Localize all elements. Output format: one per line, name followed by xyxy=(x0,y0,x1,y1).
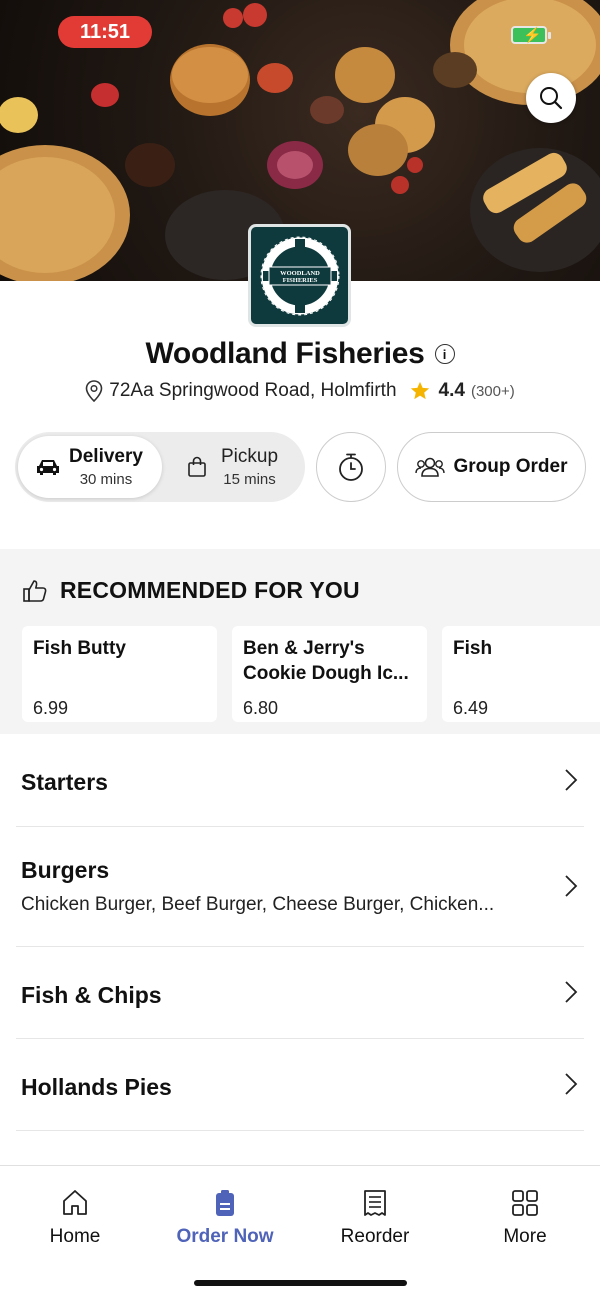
rating-value: 4.4 xyxy=(438,380,465,401)
category-row-hollands-pies[interactable]: Hollands Pies xyxy=(16,1038,584,1131)
chevron-right-icon xyxy=(565,981,578,1003)
search-button[interactable] xyxy=(526,73,576,123)
home-indicator xyxy=(194,1280,407,1286)
battery-icon: ⚡ xyxy=(511,26,551,44)
restaurant-logo: WOODLAND FISHERIES xyxy=(248,224,351,327)
recommended-item-price: 6.49 xyxy=(453,698,489,718)
status-time: 11:51 xyxy=(58,16,152,48)
category-title: Burgers xyxy=(21,857,110,883)
restaurant-name: Woodland Fisheries xyxy=(145,337,425,370)
address-row: 72Aa Springwood Road, Holmfirth 4.4 (300… xyxy=(0,380,600,402)
info-icon[interactable]: i xyxy=(434,344,455,364)
home-icon xyxy=(63,1190,87,1215)
chevron-right-icon xyxy=(565,875,578,897)
chevron-right-icon xyxy=(565,1073,578,1095)
delivery-option[interactable]: Delivery 30 mins xyxy=(18,436,162,498)
restaurant-address: 72Aa Springwood Road, Holmfirth xyxy=(109,380,397,401)
tab-more[interactable]: More xyxy=(450,1188,600,1248)
group-order-label: Group Order xyxy=(453,456,568,477)
timer-icon xyxy=(339,453,363,481)
recommended-item[interactable]: Fish Butty 6.99 xyxy=(22,626,217,722)
recommended-item-name: Fish Butty xyxy=(33,638,126,659)
star-icon xyxy=(410,381,429,400)
recommended-item-name: Fish xyxy=(453,638,493,659)
car-icon xyxy=(37,460,59,475)
receipt-icon xyxy=(364,1190,386,1216)
group-icon xyxy=(415,457,446,477)
thumbs-up-icon xyxy=(23,579,47,602)
grid-icon xyxy=(512,1190,538,1216)
chevron-right-icon xyxy=(565,769,578,791)
order-mode-toggle: Delivery 30 mins Pickup 15 mins xyxy=(15,432,305,502)
order-icon xyxy=(216,1190,234,1216)
tab-label: Home xyxy=(49,1226,101,1247)
recommended-item-name: Ben & Jerry's Cookie Dough Ic... xyxy=(243,638,409,684)
recommended-title: RECOMMENDED FOR YOU xyxy=(60,577,360,603)
bottom-tab-bar: Home Order Now Reorder More xyxy=(0,1165,600,1299)
category-row-burgers[interactable]: Burgers Chicken Burger, Beef Burger, Che… xyxy=(16,826,584,947)
pickup-time: 15 mins xyxy=(223,471,276,488)
category-title: Starters xyxy=(21,769,108,795)
category-title: Fish & Chips xyxy=(21,982,162,1008)
delivery-label: Delivery xyxy=(69,446,143,467)
category-row-fish-chips[interactable]: Fish & Chips xyxy=(16,946,584,1039)
pickup-label: Pickup xyxy=(221,446,279,467)
tab-label: More xyxy=(503,1226,547,1247)
rating-count: (300+) xyxy=(470,382,515,400)
pickup-option[interactable]: Pickup 15 mins xyxy=(185,436,303,498)
recommended-item-price: 6.80 xyxy=(243,698,279,718)
category-subtitle: Chicken Burger, Beef Burger, Cheese Burg… xyxy=(21,894,495,915)
tab-label: Order Now xyxy=(176,1226,274,1247)
recommended-item[interactable]: Ben & Jerry's Cookie Dough Ic... 6.80 xyxy=(232,626,427,722)
restaurant-header: Woodland Fisheries i xyxy=(0,337,600,371)
logo-text-line1: WOODLAND xyxy=(280,270,320,277)
group-order-button[interactable]: Group Order xyxy=(397,432,586,502)
search-icon xyxy=(540,87,563,110)
tab-label: Reorder xyxy=(340,1226,410,1247)
recommended-heading: RECOMMENDED FOR YOU xyxy=(22,577,360,604)
schedule-button[interactable] xyxy=(316,432,386,502)
recommended-section: RECOMMENDED FOR YOU Fish Butty 6.99 Ben … xyxy=(0,549,600,734)
tab-reorder[interactable]: Reorder xyxy=(300,1188,450,1248)
recommended-item[interactable]: Fish 6.49 xyxy=(442,626,600,722)
delivery-time: 30 mins xyxy=(79,471,133,488)
location-pin-icon xyxy=(85,380,103,402)
category-title: Hollands Pies xyxy=(21,1074,172,1100)
tab-order-now[interactable]: Order Now xyxy=(150,1188,300,1248)
recommended-item-price: 6.99 xyxy=(33,698,69,718)
category-row-starters[interactable]: Starters xyxy=(16,735,584,827)
logo-text-line2: FISHERIES xyxy=(282,277,317,284)
shopping-bag-icon xyxy=(188,456,206,477)
tab-home[interactable]: Home xyxy=(0,1188,150,1248)
